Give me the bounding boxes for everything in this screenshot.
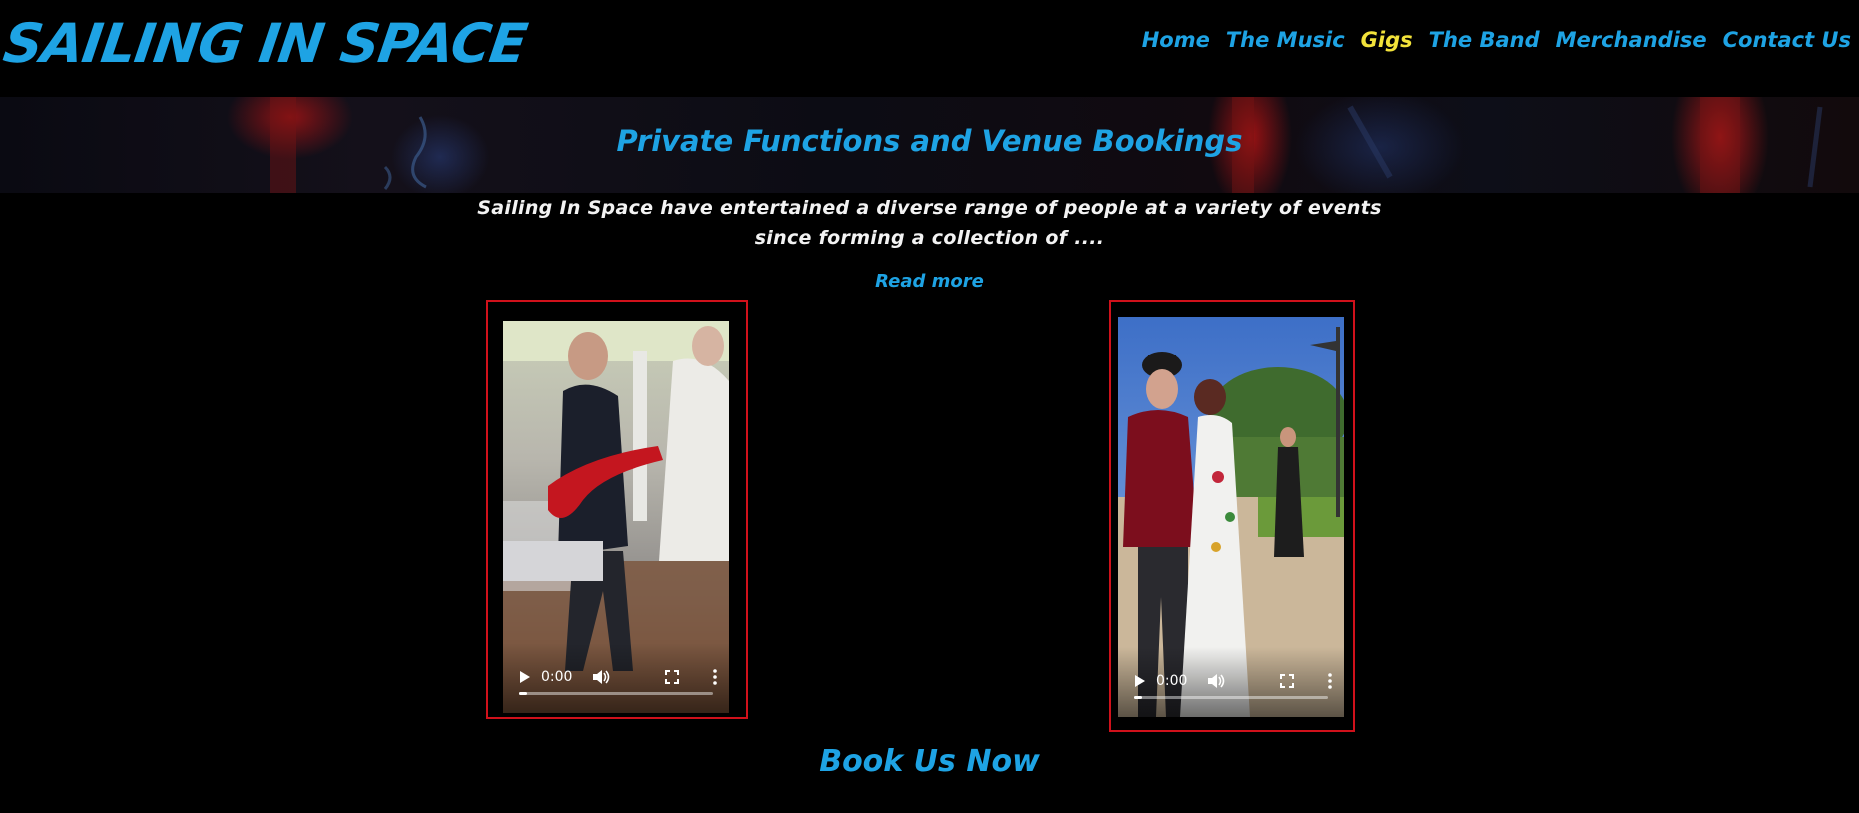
video-controls-1: 0:00	[503, 643, 729, 713]
video-time-2: 0:00	[1156, 673, 1188, 689]
intro-line-2: since forming a collection of ....	[754, 227, 1105, 249]
nav-contact-us[interactable]: Contact Us	[1723, 28, 1851, 52]
nav-merchandise[interactable]: Merchandise	[1556, 28, 1707, 52]
video-player-2[interactable]: 0:00	[1118, 317, 1344, 717]
video-player-1[interactable]: 0:00	[503, 321, 729, 713]
page-title: Private Functions and Venue Bookings	[616, 124, 1243, 158]
more-options-icon[interactable]	[713, 669, 717, 685]
play-icon[interactable]	[517, 670, 531, 684]
video-control-row-2: 0:00	[1132, 673, 1332, 689]
site-logo[interactable]: SAILING IN SPACE	[0, 4, 531, 84]
video-progress-fill-1	[519, 692, 527, 695]
read-more-link[interactable]: Read more	[0, 271, 1859, 292]
book-us-now-link[interactable]: Book Us Now	[0, 744, 1859, 779]
fullscreen-icon[interactable]	[665, 670, 679, 684]
video-progress-fill-2	[1134, 696, 1142, 699]
nav-the-music[interactable]: The Music	[1226, 28, 1345, 52]
play-icon[interactable]	[1132, 674, 1146, 688]
volume-icon[interactable]	[1207, 673, 1225, 689]
video-controls-2: 0:00	[1118, 647, 1344, 717]
fullscreen-icon[interactable]	[1280, 674, 1294, 688]
video-progress-1[interactable]	[519, 692, 713, 695]
volume-icon[interactable]	[592, 669, 610, 685]
nav-home[interactable]: Home	[1142, 28, 1210, 52]
intro-text: Sailing In Space have entertained a dive…	[0, 193, 1859, 253]
nav-the-band[interactable]: The Band	[1429, 28, 1540, 52]
video-progress-2[interactable]	[1134, 696, 1328, 699]
page: SAILING IN SPACE Home The Music Gigs The…	[0, 0, 1859, 813]
more-options-icon[interactable]	[1328, 673, 1332, 689]
main-nav: Home The Music Gigs The Band Merchandise…	[1142, 28, 1851, 52]
video-control-row-1: 0:00	[517, 669, 717, 685]
intro-line-1: Sailing In Space have entertained a dive…	[477, 197, 1382, 219]
video-time-1: 0:00	[541, 669, 573, 685]
nav-gigs[interactable]: Gigs	[1361, 28, 1413, 52]
